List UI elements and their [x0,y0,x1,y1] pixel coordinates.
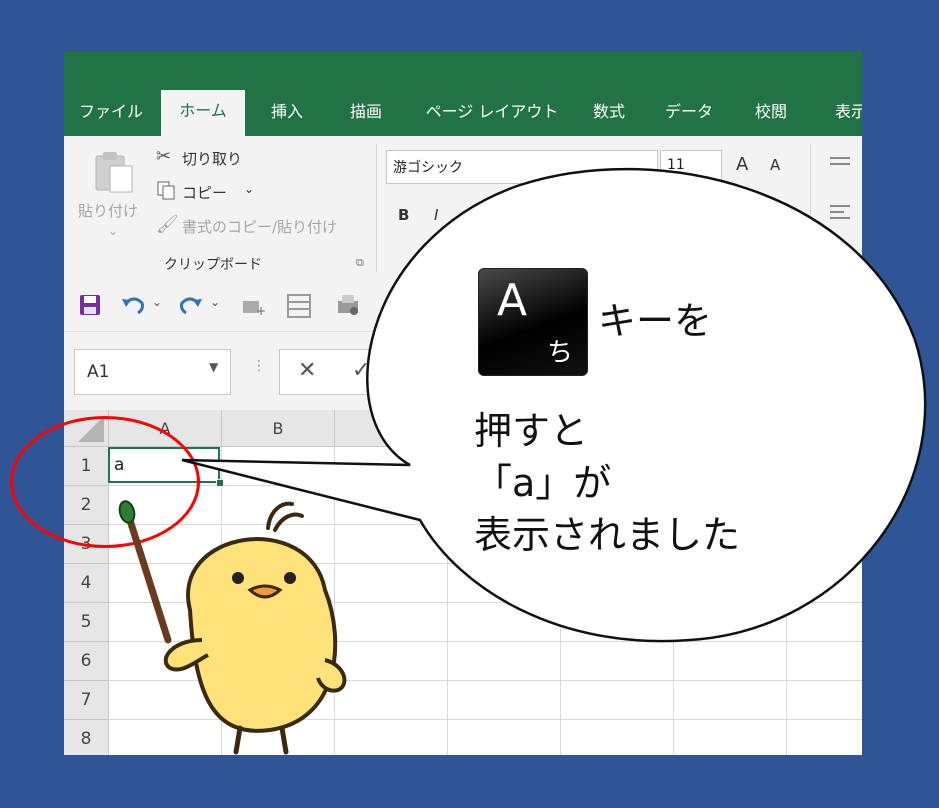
chick-mascot-illustration [118,500,347,755]
keyboard-key-a: A ち [478,268,588,376]
callout-line-2: 押すと [474,409,589,453]
callout-line-1: キーを [598,299,713,343]
key-kana-label: ち [546,338,573,368]
callout-line-3: 「a」が [474,461,612,505]
callout-line-4: 表示されました [474,513,741,557]
key-main-label: A [497,275,528,326]
